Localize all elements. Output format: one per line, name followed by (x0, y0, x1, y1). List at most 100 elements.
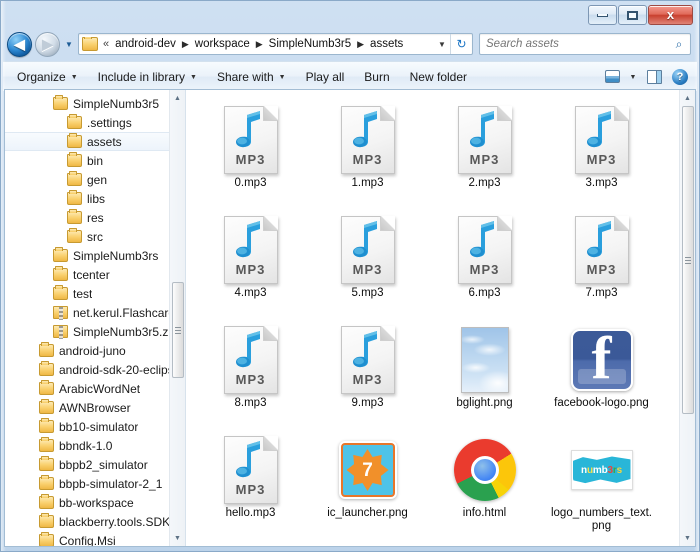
maximize-icon (627, 10, 638, 20)
file-item[interactable]: info.html (426, 430, 543, 540)
breadcrumb-separator-icon[interactable]: ▶ (252, 39, 267, 50)
file-item[interactable]: MP3 hello.mp3 (192, 430, 309, 540)
file-item[interactable]: MP3 9.mp3 (309, 320, 426, 430)
back-button[interactable]: ◀ (7, 31, 32, 57)
breadcrumb-item-android-dev[interactable]: android-dev (113, 37, 178, 51)
breadcrumb-separator-icon[interactable]: ▶ (178, 39, 193, 50)
breadcrumb-item-assets[interactable]: assets (368, 37, 405, 51)
sidebar-item-assets[interactable]: assets (5, 132, 185, 151)
sidebar-item-settings[interactable]: .settings (5, 113, 185, 132)
scroll-up-button[interactable]: ▲ (170, 90, 186, 106)
scroll-track[interactable] (680, 106, 696, 530)
file-item[interactable]: MP3 5.mp3 (309, 210, 426, 320)
sidebar-item-src[interactable]: src (5, 227, 185, 246)
file-item[interactable]: MP3 8.mp3 (192, 320, 309, 430)
help-button[interactable]: ? (667, 66, 693, 88)
file-item[interactable]: MP3 2.mp3 (426, 100, 543, 210)
sidebar-item-bbpb-simulator-2-1[interactable]: bbpb-simulator-2_1 (5, 474, 185, 493)
file-item[interactable]: MP3 0.mp3 (192, 100, 309, 210)
file-item[interactable]: MP3 3.mp3 (543, 100, 660, 210)
organize-button[interactable]: Organize ▼ (7, 65, 88, 89)
wave-banner-shape: numb3rs (572, 456, 631, 484)
folder-icon (67, 171, 82, 186)
mp3-file-icon: MP3 (340, 326, 395, 394)
mp3-file-icon: MP3 (223, 326, 278, 394)
sidebar-item-net-kerul-flashcard2[interactable]: net.kerul.Flashcard2 (5, 303, 185, 322)
sidebar-item-simplenumb3rs[interactable]: SimpleNumb3rs (5, 246, 185, 265)
sidebar-item-bb-workspace[interactable]: bb-workspace (5, 493, 185, 512)
scroll-down-button[interactable]: ▼ (680, 530, 696, 546)
share-with-button[interactable]: Share with ▼ (207, 65, 296, 89)
breadcrumb-item-workspace[interactable]: workspace (193, 37, 252, 51)
search-box[interactable]: ⌕ (479, 33, 691, 55)
explorer-window: x ◀ ▶ ▼ « android-dev ▶ workspace ▶ Simp… (0, 0, 700, 552)
sidebar-item-res[interactable]: res (5, 208, 185, 227)
music-note-icon (352, 331, 377, 368)
preview-pane-button[interactable] (641, 66, 667, 88)
sidebar-item-arabicwordnet[interactable]: ArabicWordNet (5, 379, 185, 398)
forward-button[interactable]: ▶ (35, 31, 60, 57)
chevron-down-icon: ▼ (278, 74, 286, 81)
sidebar-item-awnbrowser[interactable]: AWNBrowser (5, 398, 185, 417)
sidebar-item-tcenter[interactable]: tcenter (5, 265, 185, 284)
file-name-label: 4.mp3 (234, 287, 267, 299)
minimize-button[interactable] (588, 5, 617, 25)
address-dropdown-button[interactable]: ▼ (434, 34, 450, 54)
sidebar-item-bbndk-1-0[interactable]: bbndk-1.0 (5, 436, 185, 455)
sidebar-item-test[interactable]: test (5, 284, 185, 303)
file-item[interactable]: 7 ic_launcher.png (309, 430, 426, 540)
file-item[interactable]: MP3 1.mp3 (309, 100, 426, 210)
close-button[interactable]: x (648, 5, 693, 25)
sidebar-item-simplenumb3r5[interactable]: SimpleNumb3r5 (5, 94, 185, 113)
burn-button[interactable]: Burn (354, 65, 399, 89)
recent-pages-button[interactable]: ▼ (63, 32, 75, 57)
music-note-icon (235, 441, 260, 478)
scroll-down-button[interactable]: ▼ (170, 530, 186, 546)
sidebar-item-android-sdk-20-eclipse[interactable]: android-sdk-20-eclipse (5, 360, 185, 379)
new-folder-button[interactable]: New folder (400, 65, 477, 89)
search-icon[interactable]: ⌕ (668, 37, 690, 52)
search-input[interactable] (480, 38, 668, 50)
sidebar-item-libs[interactable]: libs (5, 189, 185, 208)
play-all-button[interactable]: Play all (296, 65, 355, 89)
file-item[interactable]: numb3rs logo_numbers_text.png (543, 430, 660, 540)
change-view-dropdown[interactable]: ▼ (625, 66, 641, 88)
sidebar-item-label: SimpleNumb3r5 (73, 96, 160, 111)
sidebar-item-bin[interactable]: bin (5, 151, 185, 170)
navigation-pane-scrollbar[interactable]: ▲ ▼ (169, 90, 185, 546)
address-bar[interactable]: « android-dev ▶ workspace ▶ SimpleNumb3r… (78, 33, 473, 55)
sidebar-item-label: tcenter (73, 267, 110, 282)
sidebar-item-label: bbpb2_simulator (59, 457, 148, 472)
refresh-icon: ↻ (456, 37, 467, 51)
file-item[interactable]: MP3 4.mp3 (192, 210, 309, 320)
change-view-button[interactable] (599, 66, 625, 88)
explorer-body: SimpleNumb3r5 .settings assets bin gen libs re… (4, 89, 696, 547)
sidebar-item-bb10-simulator[interactable]: bb10-simulator (5, 417, 185, 436)
sidebar-item-simplenumb3r5-zip[interactable]: SimpleNumb3r5.zip (5, 322, 185, 341)
scroll-track[interactable] (170, 106, 186, 530)
scroll-thumb[interactable] (171, 282, 184, 378)
breadcrumb-item-simplenumb3r5[interactable]: SimpleNumb3r5 (267, 37, 353, 51)
scroll-thumb[interactable] (681, 106, 694, 414)
mp3-file-icon: MP3 (340, 106, 395, 174)
file-list-scrollbar[interactable]: ▲ ▼ (679, 90, 695, 546)
breadcrumb-separator-icon[interactable]: ▶ (353, 39, 368, 50)
sidebar-item-android-juno[interactable]: android-juno (5, 341, 185, 360)
file-item[interactable]: bglight.png (426, 320, 543, 430)
file-item[interactable]: f facebook-logo.png (543, 320, 660, 430)
breadcrumb-overflow-icon[interactable]: « (101, 38, 113, 50)
file-item[interactable]: MP3 6.mp3 (426, 210, 543, 320)
sidebar-item-blackberry-tools-sdk[interactable]: blackberry.tools.SDK (5, 512, 185, 531)
sidebar-item-gen[interactable]: gen (5, 170, 185, 189)
refresh-button[interactable]: ↻ (450, 34, 472, 54)
file-thumbnail: numb3rs (570, 433, 633, 507)
maximize-button[interactable] (618, 5, 647, 25)
file-item[interactable]: MP3 7.mp3 (543, 210, 660, 320)
scroll-up-button[interactable]: ▲ (680, 90, 696, 106)
sidebar-item-bbpb2-simulator[interactable]: bbpb2_simulator (5, 455, 185, 474)
view-icon (604, 70, 620, 83)
chrome-center-circle (470, 456, 499, 484)
include-in-library-button[interactable]: Include in library ▼ (88, 65, 207, 89)
sidebar-item-config-msi[interactable]: Config.Msi (5, 531, 185, 546)
folder-icon (67, 152, 82, 167)
